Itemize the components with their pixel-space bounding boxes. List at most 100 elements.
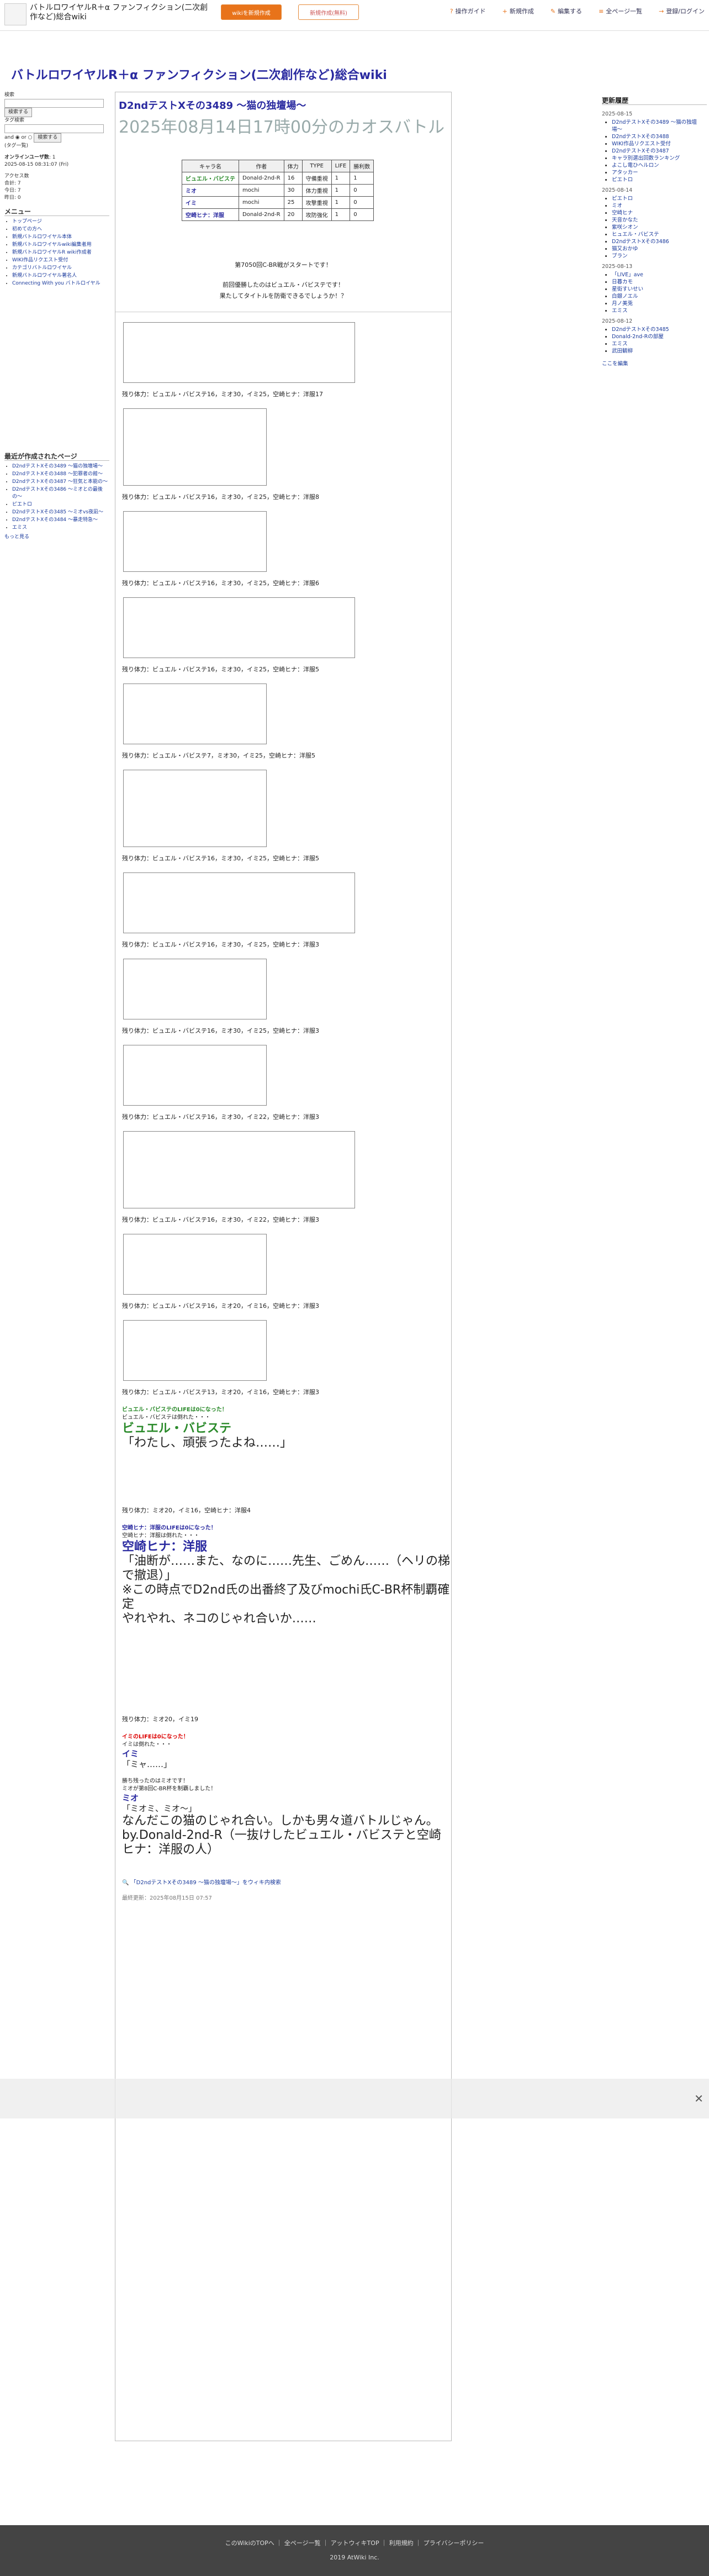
- history-item[interactable]: ブラン: [612, 253, 707, 260]
- header-site-name[interactable]: バトルロワイヤルR＋α ファンフィクション(二次創作など)総合wiki: [30, 3, 212, 22]
- history-item[interactable]: 星街すいせい: [612, 286, 707, 293]
- close-icon[interactable]: ✕: [694, 2092, 703, 2105]
- hp-status: 残り体力：ビュエル・バビステ16，ミオ30，イミ25，空崎ヒナ：洋服17: [122, 391, 323, 398]
- access-total: 合計: 7: [4, 181, 21, 186]
- site-title[interactable]: バトルロワイヤルR＋α ファンフィクション(二次創作など)総合wiki: [11, 65, 387, 83]
- recent-page-item[interactable]: D2ndテストXその3489 〜猫の独壇場〜: [12, 463, 109, 470]
- menu-item[interactable]: 初めての方へ: [12, 226, 109, 233]
- history-item[interactable]: ピエトロ: [612, 195, 707, 202]
- history-item[interactable]: 月ノ美兎: [612, 300, 707, 307]
- history-item[interactable]: 「LIVE」ave: [612, 271, 707, 278]
- history-date: 2025-08-14: [602, 187, 633, 193]
- recent-page-item[interactable]: ピエトロ: [12, 501, 109, 508]
- history-item[interactable]: アタッカー: [612, 169, 707, 176]
- history-item[interactable]: 猫又おかゆ: [612, 245, 707, 253]
- site-logo[interactable]: [4, 3, 27, 25]
- result-note: やれやれ、ネコのじゃれ合いか……: [122, 1612, 316, 1626]
- table-cell: 0: [350, 196, 374, 209]
- history-item[interactable]: D2ndテストXその3488: [612, 133, 707, 140]
- table-row: 空崎ヒナ：洋服 Donald-2nd-R 20 攻防強化 1 0: [182, 208, 374, 221]
- left-sidebar: 検索 検索する タグ検索 and ◉ or ○ 検索する (タグ一覧) オンライ…: [4, 92, 109, 541]
- history-item[interactable]: D2ndテストXその3486: [612, 238, 707, 245]
- history-item[interactable]: 空崎ヒナ: [612, 209, 707, 217]
- history-item[interactable]: よこし電ひヘルロン: [612, 162, 707, 169]
- fall-line: ビュエル・バビステは倒れた・・・: [122, 1415, 210, 1421]
- menu-item[interactable]: トップページ: [12, 218, 109, 225]
- history-item[interactable]: 天音かなた: [612, 217, 707, 224]
- list-icon: ≡: [599, 7, 604, 15]
- menu-item[interactable]: 新規バトルロワイヤル著名人: [12, 272, 109, 280]
- table-cell: 30: [283, 184, 303, 197]
- history-item[interactable]: D2ndテストXその3489 〜猫の独壇場〜: [612, 119, 707, 133]
- history-item[interactable]: Donald-2nd-Rの部屋: [612, 333, 707, 340]
- attack-box: [123, 1045, 267, 1106]
- hp-status: 残り体力：ビュエル・バビステ13，ミオ20，イミ16，空崎ヒナ：洋服3: [122, 1389, 319, 1396]
- table-cell: mochi: [239, 184, 284, 197]
- table-cell: 1: [350, 172, 374, 185]
- history-date: 2025-08-12: [602, 318, 633, 324]
- page-subtitle: 2025年08月14日17時00分のカオスバトル: [119, 118, 445, 137]
- footer-link[interactable]: プライバシーポリシー: [424, 2540, 484, 2547]
- footer-link[interactable]: アットウィキTOP: [331, 2540, 379, 2547]
- fall-line: 空崎ヒナ：洋服のLIFEは0になった！: [122, 1525, 216, 1531]
- menu-item[interactable]: 新規バトルロワイヤルR wiki作成者: [12, 249, 109, 256]
- nav-guide[interactable]: ? 操作ガイド: [450, 7, 486, 15]
- history-item[interactable]: キャラ別選出回数ランキング: [612, 155, 707, 162]
- menu-item[interactable]: Connecting With you バトルロイヤル: [12, 280, 109, 287]
- ad-overlay: ✕: [0, 2079, 709, 2118]
- nav-new[interactable]: + 新規作成: [502, 7, 534, 15]
- new-create-button[interactable]: 新規作成(無料): [298, 4, 359, 20]
- create-wiki-button[interactable]: wikiを新規作成: [221, 4, 282, 20]
- attack-box: [123, 1131, 355, 1208]
- table-cell: Donald-2nd-R: [239, 208, 284, 221]
- tag-search-button[interactable]: 検索する: [34, 133, 62, 143]
- nav-all-pages[interactable]: ≡ 全ページ一覧: [599, 7, 642, 15]
- hp-status: 残り体力：ビュエル・バビステ16，ミオ20，イミ16，空崎ヒナ：洋服3: [122, 1302, 319, 1310]
- recent-page-item[interactable]: D2ndテストXその3488 〜犯罪者の館〜: [12, 471, 109, 478]
- hp-status: 残り体力：ビュエル・バビステ16，ミオ30，イミ22，空崎ヒナ：洋服3: [122, 1113, 319, 1121]
- nav-login[interactable]: → 登録/ログイン: [659, 7, 705, 15]
- updated-time: 2025-08-15 08:31:07 (Fri): [4, 162, 69, 167]
- tag-search-input[interactable]: [4, 124, 104, 133]
- menu-item[interactable]: カテゴリバトルロワイヤル: [12, 265, 109, 272]
- recent-page-item[interactable]: D2ndテストXその3484 〜暴走特急〜: [12, 517, 109, 524]
- wiki-search-link[interactable]: 🔍 「D2ndテストXその3489 〜猫の独壇場〜」をウィキ内検索: [122, 1879, 451, 1887]
- history-item[interactable]: ピエトロ: [612, 176, 707, 183]
- tag-list-link[interactable]: (タグ一覧): [4, 143, 109, 150]
- history-item[interactable]: 紫咲シオン: [612, 224, 707, 231]
- recent-page-item[interactable]: D2ndテストXその3485 〜ミオvs夜凪〜: [12, 509, 109, 516]
- recent-page-item[interactable]: D2ndテストXその3487 〜狂気と本能の〜: [12, 479, 109, 486]
- fallen-name: ビュエル・バビステ: [122, 1422, 232, 1436]
- history-item[interactable]: エミス: [612, 340, 707, 348]
- tag-search-label: タグ検索: [4, 118, 25, 123]
- history-item[interactable]: 武田観柳: [612, 348, 707, 355]
- history-item[interactable]: WIKI作品リクエスト受付: [612, 140, 707, 148]
- history-item[interactable]: エミス: [612, 307, 707, 314]
- history-item[interactable]: ヒュエル・バビステ: [612, 231, 707, 238]
- edit-here-link[interactable]: ここを編集: [602, 360, 707, 367]
- footer-link[interactable]: 利用規約: [389, 2540, 414, 2547]
- history-item[interactable]: ミオ: [612, 202, 707, 209]
- winner-name: ミオ: [122, 1793, 139, 1803]
- hp-status: 残り体力：ビュエル・バビステ16，ミオ30，イミ25，空崎ヒナ：洋服3: [122, 941, 319, 948]
- search-button[interactable]: 検索する: [4, 108, 33, 117]
- menu-item[interactable]: 新規バトルロワイヤル本体: [12, 234, 109, 241]
- menu-item[interactable]: WIKI作品リクエスト受付: [12, 257, 109, 264]
- table-cell: 守備重視: [301, 172, 332, 185]
- recent-page-item[interactable]: エミス: [12, 524, 109, 532]
- history-item[interactable]: D2ndテストXその3485: [612, 326, 707, 333]
- history-item[interactable]: 白銀ノエル: [612, 293, 707, 300]
- table-cell: 攻防強化: [301, 208, 332, 221]
- footer-link[interactable]: 全ページ一覧: [284, 2540, 321, 2547]
- history-item[interactable]: 日暮カモ: [612, 278, 707, 286]
- search-label: 検索: [4, 92, 15, 98]
- history-item[interactable]: D2ndテストXその3487: [612, 148, 707, 155]
- nav-edit[interactable]: ✎ 編集する: [551, 7, 582, 15]
- search-input[interactable]: [4, 99, 104, 108]
- hp-status: 残り体力：ミオ20，イミ16，空崎ヒナ：洋服4: [122, 1507, 251, 1514]
- attack-box: [123, 322, 355, 383]
- menu-item[interactable]: 新規バトルロワイヤルwiki編集者用: [12, 241, 109, 249]
- more-link[interactable]: もっと見る: [4, 534, 109, 541]
- footer-link[interactable]: このWikiのTOPへ: [225, 2540, 274, 2547]
- recent-page-item[interactable]: D2ndテストXその3486 〜ミオとの最後の〜: [12, 486, 109, 501]
